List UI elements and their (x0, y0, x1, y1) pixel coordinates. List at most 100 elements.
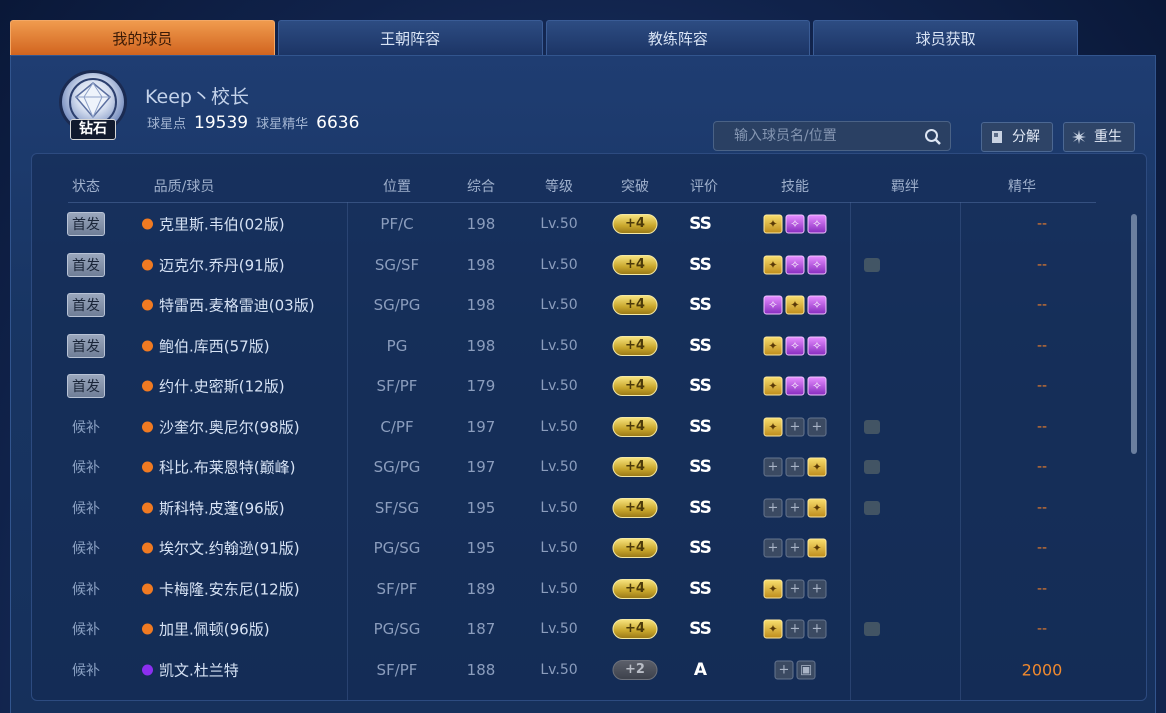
empty-skill-slot-icon[interactable]: + (774, 660, 794, 679)
table-row[interactable]: 首发 约什.史密斯(12版) SF/PF 179 Lv.50 +4 SS ✦ ✧ ✧ -- (32, 366, 1116, 406)
empty-skill-slot-icon[interactable]: + (785, 538, 805, 558)
table-row[interactable]: 候补 加里.佩顿(96版) PG/SG 187 Lv.50 +4 SS ✦ + + -- (32, 609, 1116, 649)
player-level: Lv.50 (540, 580, 578, 597)
player-rating: SS (689, 214, 712, 234)
player-name[interactable]: 迈克尔.乔丹(91版) (142, 254, 285, 275)
skill-slots: ✦ ✧ ✧ (763, 214, 827, 234)
table-row[interactable]: 首发 特雷西.麦格雷迪(03版) SG/PG 198 Lv.50 +4 SS ✧ ✦ ✧ -- (32, 285, 1116, 325)
quality-dot-icon (142, 502, 153, 513)
skill-icon[interactable]: ✧ (785, 255, 805, 274)
player-name-text: 迈克尔.乔丹(91版) (159, 256, 285, 274)
col-breakthrough: 突破 (621, 179, 649, 195)
quality-dot-icon (142, 461, 153, 473)
tab-player-acquire[interactable]: 球员获取 (813, 20, 1078, 55)
empty-skill-slot-icon[interactable]: + (807, 579, 827, 598)
skill-slots: ✦ ✧ ✧ (763, 336, 827, 355)
tab-my-players[interactable]: 我的球员 (10, 20, 275, 55)
player-name-text: 埃尔文.约翰逊(91版) (159, 539, 300, 558)
player-rating: SS (689, 376, 712, 396)
player-overall: 195 (466, 539, 496, 557)
table-row[interactable]: 首发 迈克尔.乔丹(91版) SG/SF 198 Lv.50 +4 SS ✦ ✧ ✧ -- (32, 245, 1116, 285)
player-position: SG/SF (374, 255, 420, 274)
skill-slots: ✦ + + (763, 417, 827, 436)
rebirth-button[interactable]: 重生 (1063, 122, 1135, 152)
skill-icon[interactable]: ✦ (763, 376, 783, 396)
skill-icon[interactable]: ✧ (807, 336, 827, 355)
player-name[interactable]: 科比.布莱恩特(巅峰) (142, 457, 295, 478)
skill-icon[interactable]: ✧ (807, 376, 827, 396)
table-row[interactable]: 候补 科比.布莱恩特(巅峰) SG/PG 197 Lv.50 +4 SS + + ✦ -- (32, 447, 1116, 487)
empty-skill-slot-icon[interactable]: + (763, 538, 783, 558)
skill-icon[interactable]: ✦ (807, 538, 827, 558)
skill-icon[interactable]: ✧ (807, 295, 827, 315)
skill-icon[interactable]: ✦ (763, 417, 783, 436)
search-icon[interactable] (924, 128, 942, 146)
col-skills: 技能 (781, 179, 809, 195)
table-row[interactable]: 候补 斯科特.皮蓬(96版) SF/SG 195 Lv.50 +4 SS + + ✦ -- (32, 488, 1116, 528)
tab-dynasty-lineup[interactable]: 王朝阵容 (277, 20, 543, 55)
bond-icon[interactable] (864, 500, 880, 515)
skill-icon[interactable]: ✧ (785, 336, 805, 355)
skill-icon[interactable]: ✦ (807, 457, 827, 477)
player-essence: -- (1036, 297, 1048, 313)
table-row[interactable]: 首发 鲍伯.库西(57版) PG 198 Lv.50 +4 SS ✦ ✧ ✧ -- (32, 326, 1116, 366)
empty-skill-slot-icon[interactable]: + (785, 619, 805, 639)
tab-coach-lineup[interactable]: 教练阵容 (545, 20, 811, 55)
empty-skill-slot-icon[interactable]: + (763, 498, 783, 517)
table-row[interactable]: 候补 沙奎尔.奥尼尔(98版) C/PF 197 Lv.50 +4 SS ✦ + + -- (32, 407, 1116, 447)
bond-icon[interactable] (864, 622, 880, 636)
empty-skill-slot-icon[interactable]: + (785, 498, 805, 517)
empty-skill-slot-icon[interactable]: + (763, 457, 783, 477)
search-input[interactable]: 输入球员名/位置 (713, 121, 951, 151)
player-name[interactable]: 埃尔文.约翰逊(91版) (142, 538, 300, 559)
player-level: Lv.50 (540, 621, 578, 637)
skill-icon[interactable]: ✧ (785, 376, 805, 396)
player-name[interactable]: 克里斯.韦伯(02版) (142, 214, 285, 235)
breakthrough-badge: +2 (612, 659, 658, 680)
skill-icon[interactable]: ✦ (763, 214, 783, 234)
lock-icon[interactable]: ▣ (796, 660, 816, 679)
empty-skill-slot-icon[interactable]: + (785, 579, 805, 598)
bond-icon[interactable] (864, 419, 880, 434)
skill-icon[interactable]: ✧ (763, 295, 783, 315)
skill-icon[interactable]: ✦ (807, 498, 827, 517)
player-name[interactable]: 鲍伯.库西(57版) (142, 335, 270, 356)
skill-icon[interactable]: ✧ (807, 214, 827, 234)
player-name[interactable]: 约什.史密斯(12版) (142, 376, 285, 397)
star-essence-value: 6636 (316, 113, 360, 133)
breakthrough-badge: +4 (612, 376, 658, 396)
table-row[interactable]: 候补 埃尔文.约翰逊(91版) PG/SG 195 Lv.50 +4 SS + + ✦ -- (32, 528, 1116, 568)
col-essence: 精华 (1008, 179, 1036, 195)
tab-bar: 我的球员 王朝阵容 教练阵容 球员获取 (10, 20, 1078, 55)
player-name[interactable]: 斯科特.皮蓬(96版) (142, 497, 285, 518)
player-overall: 195 (466, 498, 496, 517)
player-name[interactable]: 沙奎尔.奥尼尔(98版) (142, 416, 300, 437)
skill-icon[interactable]: ✦ (785, 295, 805, 315)
player-essence: -- (1036, 256, 1048, 273)
table-row[interactable]: 首发 克里斯.韦伯(02版) PF/C 198 Lv.50 +4 SS ✦ ✧ ✧ -- (32, 204, 1116, 244)
bond-icon[interactable] (864, 460, 880, 474)
empty-skill-slot-icon[interactable]: + (785, 417, 805, 436)
skill-icon[interactable]: ✦ (763, 579, 783, 598)
skill-icon[interactable]: ✦ (763, 336, 783, 355)
bond-icon[interactable] (864, 257, 880, 272)
table-row[interactable]: 候补 卡梅隆.安东尼(12版) SF/PF 189 Lv.50 +4 SS ✦ + + -- (32, 569, 1116, 609)
empty-skill-slot-icon[interactable]: + (807, 619, 827, 639)
skill-icon[interactable]: ✦ (763, 255, 783, 274)
player-name[interactable]: 凯文.杜兰特 (142, 659, 239, 680)
empty-skill-slot-icon[interactable]: + (785, 457, 805, 477)
player-name[interactable]: 特雷西.麦格雷迪(03版) (142, 295, 315, 316)
scrollbar[interactable] (1131, 214, 1137, 454)
table-row[interactable]: 候补 凯文.杜兰特 SF/PF 188 Lv.50 +2 A + ▣ 2000 (32, 650, 1116, 690)
skill-icon[interactable]: ✧ (807, 255, 827, 274)
empty-skill-slot-icon[interactable]: + (807, 417, 827, 436)
player-essence: -- (1036, 540, 1048, 556)
player-position: SF/PF (376, 579, 418, 598)
player-name[interactable]: 加里.佩顿(96版) (142, 619, 270, 640)
skill-slots: ✧ ✦ ✧ (763, 295, 827, 315)
breakthrough-badge: +4 (612, 295, 658, 315)
skill-icon[interactable]: ✧ (785, 214, 805, 234)
skill-icon[interactable]: ✦ (763, 619, 783, 639)
decompose-button[interactable]: 分解 (981, 122, 1053, 152)
player-name[interactable]: 卡梅隆.安东尼(12版) (142, 578, 300, 599)
